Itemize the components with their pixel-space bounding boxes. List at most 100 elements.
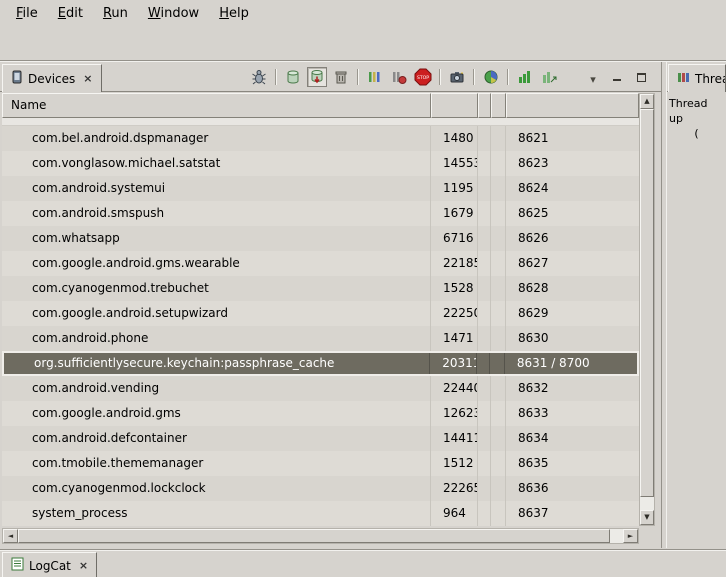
tracing-stop-icon[interactable] xyxy=(539,67,559,87)
process-row[interactable]: com.cyanogenmod.lockclock 22265 8636 xyxy=(2,476,639,501)
toolbar-separator xyxy=(473,69,475,85)
process-row[interactable]: com.google.android.gms.wearable 22185 86… xyxy=(2,251,639,276)
process-row[interactable]: com.vonglasow.michael.satstat 14553 8623 xyxy=(2,151,639,176)
process-port: 8634 xyxy=(506,426,639,451)
process-pid: 1471 xyxy=(431,326,478,351)
process-row[interactable]: org.sufficientlysecure.keychain:passphra… xyxy=(2,351,639,376)
process-thread-cell xyxy=(491,276,506,301)
menu-item[interactable]: Run xyxy=(93,2,138,25)
process-thread-cell xyxy=(491,376,506,401)
close-icon[interactable]: × xyxy=(83,72,92,85)
process-thread-cell xyxy=(491,451,506,476)
column-header-pid[interactable] xyxy=(431,93,478,118)
toolbar-separator xyxy=(275,69,277,85)
process-name: com.android.vending xyxy=(2,376,431,401)
process-row[interactable]: com.bel.android.dspmanager 1480 8621 xyxy=(2,126,639,151)
process-thread-cell xyxy=(491,201,506,226)
column-header-thread[interactable] xyxy=(491,93,506,118)
process-pid: 1195 xyxy=(431,176,478,201)
process-thread-cell xyxy=(491,251,506,276)
threads-message-line1: Thread up xyxy=(669,96,724,126)
method-profiling-icon[interactable] xyxy=(389,67,409,87)
process-name: com.bel.android.dspmanager xyxy=(2,126,431,151)
tab-logcat[interactable]: LogCat × xyxy=(2,552,97,577)
menu-item[interactable]: Edit xyxy=(48,2,93,25)
process-pid: 22185 xyxy=(431,251,478,276)
process-row[interactable]: com.tmobile.thememanager 1512 8635 xyxy=(2,451,639,476)
process-thread-cell xyxy=(491,501,506,526)
process-name: system_process xyxy=(2,501,431,526)
process-row[interactable]: com.google.android.setupwizard 22250 862… xyxy=(2,301,639,326)
stop-process-icon[interactable]: STOP xyxy=(413,67,433,87)
process-pid: 14411 xyxy=(431,426,478,451)
process-heap-cell xyxy=(478,426,491,451)
main-toolbar xyxy=(0,28,726,59)
process-thread-cell xyxy=(491,226,506,251)
process-row[interactable]: com.android.systemui 1195 8624 xyxy=(2,176,639,201)
process-name: com.cyanogenmod.lockclock xyxy=(2,476,431,501)
process-pid: 1528 xyxy=(431,276,478,301)
process-name: org.sufficientlysecure.keychain:passphra… xyxy=(4,353,430,374)
process-row[interactable]: com.whatsapp 6716 8626 xyxy=(2,226,639,251)
process-row[interactable]: com.android.vending 22440 8632 xyxy=(2,376,639,401)
process-heap-cell xyxy=(478,201,491,226)
stop-label: STOP xyxy=(417,75,429,81)
tracing-start-icon[interactable] xyxy=(515,67,535,87)
process-row[interactable]: com.android.phone 1471 8630 xyxy=(2,326,639,351)
process-row[interactable]: com.android.defcontainer 14411 8634 xyxy=(2,426,639,451)
dump-hprof-icon[interactable] xyxy=(307,67,327,87)
column-header-port[interactable] xyxy=(506,93,639,118)
process-pid: 12623 xyxy=(431,401,478,426)
menu-item[interactable]: Window xyxy=(138,2,209,25)
cause-gc-icon[interactable] xyxy=(331,67,351,87)
process-row[interactable]: com.cyanogenmod.trebuchet 1528 8628 xyxy=(2,276,639,301)
process-heap-cell xyxy=(478,501,491,526)
horizontal-scrollbar[interactable] xyxy=(2,528,639,544)
process-port: 8628 xyxy=(506,276,639,301)
vertical-scrollbar[interactable] xyxy=(639,93,655,526)
toolbar-separator xyxy=(507,69,509,85)
devices-toolbar: STOP xyxy=(249,66,651,88)
scroll-left-icon[interactable] xyxy=(3,529,18,543)
process-port: 8626 xyxy=(506,226,639,251)
toolbar-separator xyxy=(357,69,359,85)
maximize-view-icon[interactable] xyxy=(631,67,651,87)
sysinfo-icon[interactable] xyxy=(481,67,501,87)
process-row[interactable]: system_process 964 8637 xyxy=(2,501,639,526)
tab-devices[interactable]: Devices × xyxy=(2,64,102,92)
update-threads-icon[interactable] xyxy=(365,67,385,87)
process-pid: 22265 xyxy=(431,476,478,501)
process-heap-cell xyxy=(478,151,491,176)
table-header: Name xyxy=(2,93,639,118)
logcat-icon xyxy=(11,557,24,574)
menu-item[interactable]: File xyxy=(6,2,48,25)
minimize-view-icon[interactable] xyxy=(607,67,627,87)
process-port: 8636 xyxy=(506,476,639,501)
column-header-heap[interactable] xyxy=(478,93,491,118)
close-icon[interactable]: × xyxy=(79,559,88,572)
tab-threads[interactable]: Threa xyxy=(668,64,726,92)
column-header-name[interactable]: Name xyxy=(2,93,431,118)
view-menu-icon[interactable] xyxy=(583,67,603,87)
process-heap-cell xyxy=(478,301,491,326)
process-row[interactable]: com.android.smspush 1679 8625 xyxy=(2,201,639,226)
process-name: com.google.android.gms.wearable xyxy=(2,251,431,276)
process-port: 8629 xyxy=(506,301,639,326)
process-name: com.google.android.gms xyxy=(2,401,431,426)
process-heap-cell xyxy=(478,251,491,276)
menu-item[interactable]: Help xyxy=(209,2,259,25)
scroll-up-icon[interactable] xyxy=(640,94,654,109)
update-heap-icon[interactable] xyxy=(283,67,303,87)
debug-process-icon[interactable] xyxy=(249,67,269,87)
vertical-scroll-thumb[interactable] xyxy=(640,109,654,497)
screen-capture-icon[interactable] xyxy=(447,67,467,87)
devices-tabbar: Devices × xyxy=(0,62,661,92)
horizontal-scroll-thumb[interactable] xyxy=(18,529,610,543)
devices-view: Devices × xyxy=(0,62,662,548)
scroll-down-icon[interactable] xyxy=(640,510,654,525)
process-row[interactable]: com.google.android.gms 12623 8633 xyxy=(2,401,639,426)
process-heap-cell xyxy=(478,451,491,476)
scroll-right-icon[interactable] xyxy=(623,529,638,543)
process-pid: 1480 xyxy=(431,126,478,151)
process-pid: 1679 xyxy=(431,201,478,226)
